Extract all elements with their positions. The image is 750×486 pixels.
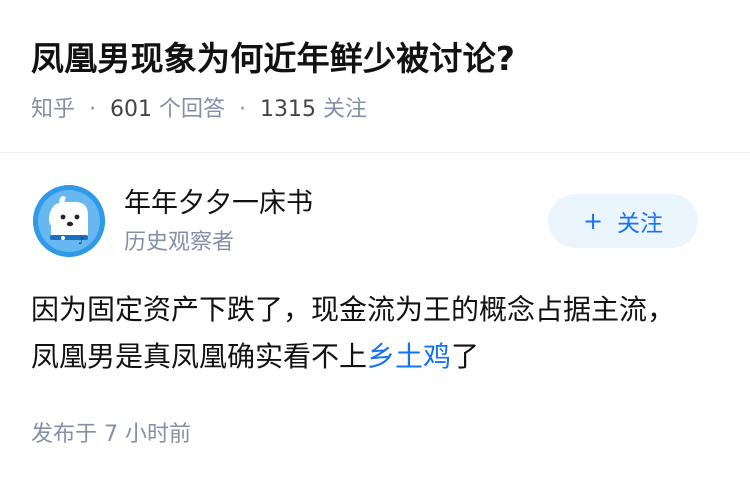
divider	[0, 152, 750, 153]
question-meta: 知乎 · 601 个回答 · 1315 关注	[31, 92, 367, 128]
follow-button-label: 关注	[617, 211, 664, 237]
publish-time: 发布于 7 小时前	[31, 418, 191, 452]
separator-dot: ·	[89, 97, 97, 122]
follow-button[interactable]: + 关注	[548, 194, 698, 248]
answer-count: 601	[110, 97, 153, 122]
author-name[interactable]: 年年夕夕一床书	[124, 186, 313, 222]
answer-text: 因为固定资产下跌了，现金流为王的概念占据主流，凤凰男是真凤凰确实看不上	[31, 293, 676, 373]
plus-icon: +	[582, 207, 604, 235]
svg-text:♪: ♪	[78, 236, 84, 247]
author-avatar[interactable]: ♪	[33, 185, 105, 257]
answer-content[interactable]: 因为固定资产下跌了，现金流为王的概念占据主流，凤凰男是真凤凰确实看不上乡土鸡了	[31, 286, 691, 380]
separator-dot: ·	[239, 97, 247, 122]
follower-count: 1315	[260, 97, 317, 122]
question-title[interactable]: 凤凰男现象为何近年鲜少被讨论?	[31, 34, 515, 84]
publish-time-value: 7 小时前	[104, 422, 192, 447]
answer-text-end: 了	[451, 340, 480, 373]
keyword-link[interactable]: 乡土鸡	[367, 340, 451, 373]
question-header: 凤凰男现象为何近年鲜少被讨论? 知乎 · 601 个回答 · 1315 关注	[0, 0, 750, 150]
source-label[interactable]: 知乎	[31, 97, 75, 122]
author-bio: 历史观察者	[124, 230, 235, 255]
dog-avatar-icon: ♪	[33, 185, 105, 257]
publish-time-prefix: 发布于	[31, 422, 98, 447]
follower-count-label: 关注	[323, 97, 368, 122]
answer-count-label: 个回答	[159, 97, 226, 122]
zhihu-answer-page: 凤凰男现象为何近年鲜少被讨论? 知乎 · 601 个回答 · 1315 关注 ♪ 年年夕…	[0, 0, 750, 486]
